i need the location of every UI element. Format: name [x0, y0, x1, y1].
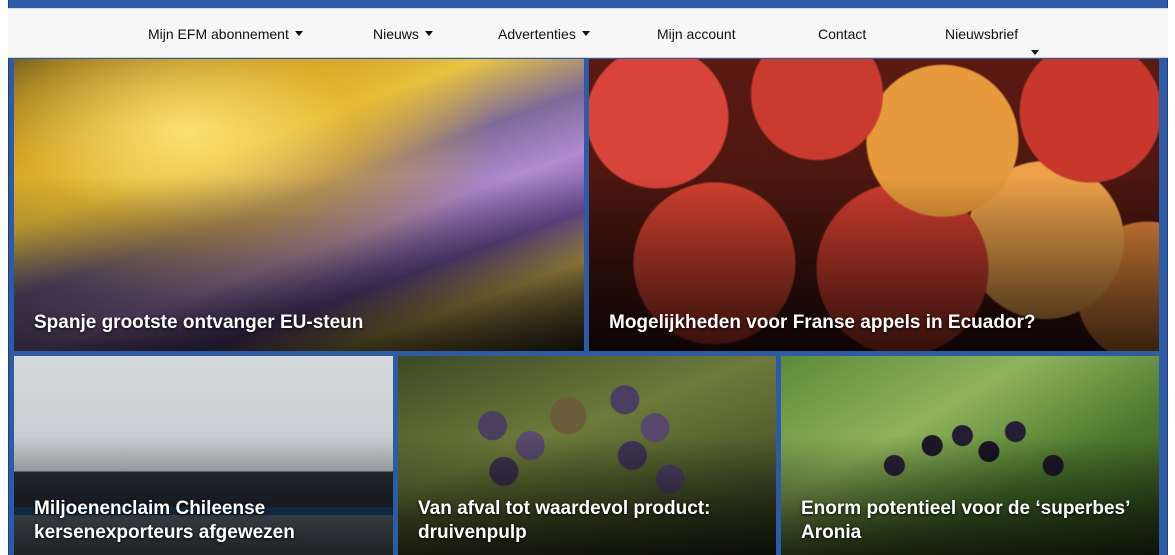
nav-item-nieuws[interactable]: Nieuws: [373, 26, 433, 42]
article-card[interactable]: Enorm potentieel voor de ‘superbes’ Aron…: [781, 356, 1159, 555]
nav-item-advertenties[interactable]: Advertenties: [498, 26, 590, 42]
article-card[interactable]: Van afval tot waardevol product: druiven…: [398, 356, 776, 555]
nav-item-label: Nieuwsbrief: [945, 26, 1019, 42]
nav-item-label: Mijn EFM abonnement: [148, 26, 289, 42]
chevron-down-icon: [294, 30, 303, 36]
article-card[interactable]: Miljoenenclaim Chileense kersenexporteur…: [14, 356, 393, 555]
chevron-down-icon: [581, 30, 590, 36]
article-headline[interactable]: Mogelijkheden voor Franse appels in Ecua…: [609, 311, 1139, 335]
nav-item-mijn-account[interactable]: Mijn account: [657, 26, 736, 42]
chevron-down-icon: [1031, 50, 1039, 55]
nav-item-label: Contact: [818, 26, 867, 42]
nav-item-mijn-efm-abonnement[interactable]: Mijn EFM abonnement: [148, 26, 303, 42]
article-headline[interactable]: Van afval tot waardevol product: druiven…: [418, 497, 756, 545]
article-headline[interactable]: Enorm potentieel voor de ‘superbes’ Aron…: [801, 497, 1139, 545]
chevron-down-icon: [424, 30, 433, 36]
article-headline[interactable]: Spanje grootste ontvanger EU-steun: [34, 311, 564, 335]
featured-article-card[interactable]: Mogelijkheden voor Franse appels in Ecua…: [589, 59, 1159, 351]
featured-article-card[interactable]: Spanje grootste ontvanger EU-steun: [14, 59, 584, 351]
article-headline[interactable]: Miljoenenclaim Chileense kersenexporteur…: [34, 497, 373, 545]
nav-item-contact[interactable]: Contact: [818, 26, 866, 42]
nav-item-label: Nieuws: [373, 26, 419, 42]
main-navigation: Mijn EFM abonnement Nieuws Advertenties …: [8, 8, 1168, 58]
nav-item-label: Mijn account: [657, 26, 736, 42]
nav-item-label: Advertenties: [498, 26, 576, 42]
nav-item-nieuwsbrief[interactable]: Nieuwsbrief: [945, 26, 1039, 55]
